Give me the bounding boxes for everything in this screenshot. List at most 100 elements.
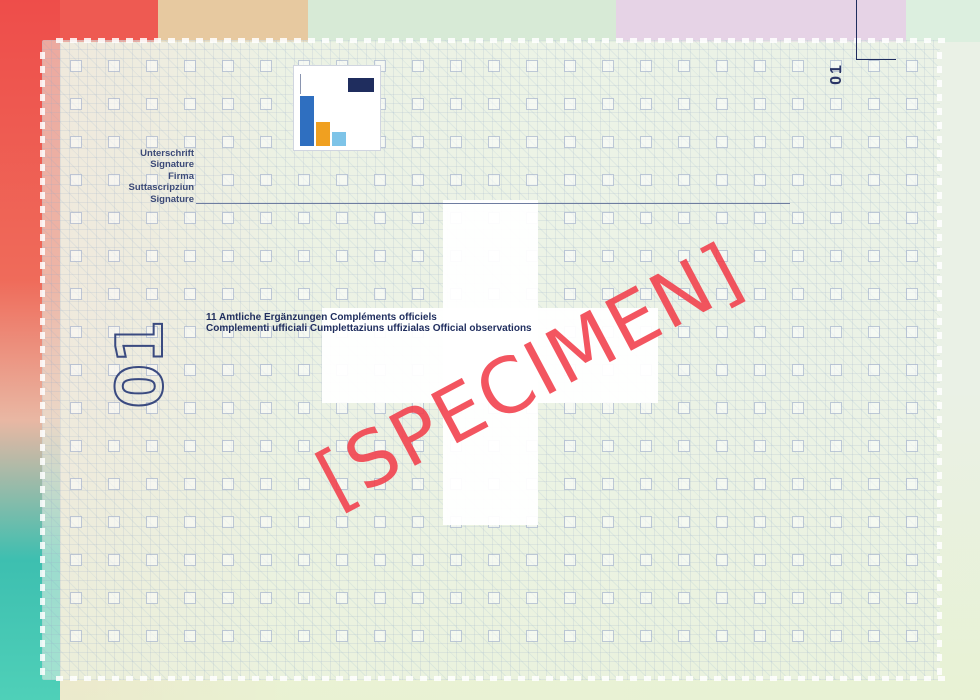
pattern-tile [488, 174, 500, 186]
perforation-notch [40, 332, 45, 339]
perforation-notch [252, 38, 259, 43]
pattern-tile [70, 402, 82, 414]
pattern-tile [260, 440, 272, 452]
perforation-notch [937, 332, 942, 339]
pattern-tile [70, 364, 82, 376]
perforation-notch [728, 38, 735, 43]
pattern-tile [754, 174, 766, 186]
perforation-notch [658, 38, 665, 43]
pattern-tile [602, 136, 614, 148]
pattern-tile [602, 250, 614, 262]
perforation-notch [308, 676, 315, 681]
perforation-notch [70, 676, 77, 681]
pattern-tile [906, 288, 918, 300]
perforation-notch [40, 178, 45, 185]
pattern-tile [640, 174, 652, 186]
pattern-tile [678, 60, 690, 72]
pattern-tile [716, 174, 728, 186]
pattern-tile [108, 630, 120, 642]
signature-label-en: Signature [150, 193, 194, 205]
pattern-tile [868, 98, 880, 110]
pattern-tile [70, 326, 82, 338]
pattern-tile [70, 60, 82, 72]
pattern-tile [640, 630, 652, 642]
pattern-tile [830, 212, 842, 224]
pattern-tile [412, 554, 424, 566]
pattern-tile [640, 136, 652, 148]
pattern-tile [564, 440, 576, 452]
pattern-tile [298, 630, 310, 642]
pattern-tile [146, 592, 158, 604]
pattern-tile [526, 554, 538, 566]
pattern-tile [412, 288, 424, 300]
perforation-notch [364, 38, 371, 43]
perforation-notch [378, 676, 385, 681]
pattern-tile [336, 174, 348, 186]
pattern-tile [374, 630, 386, 642]
pattern-tile [260, 630, 272, 642]
pattern-tile [184, 326, 196, 338]
pattern-tile [374, 174, 386, 186]
perforation-notch [56, 38, 63, 43]
perforation-notch [868, 38, 875, 43]
perforation-notch [406, 38, 413, 43]
perforation-notch [937, 248, 942, 255]
perforation-notch [937, 346, 942, 353]
pattern-tile [564, 98, 576, 110]
pattern-tile [70, 174, 82, 186]
perforation-notch [84, 38, 91, 43]
pattern-tile [754, 592, 766, 604]
pattern-tile [260, 288, 272, 300]
pattern-tile [602, 478, 614, 490]
pattern-tile [336, 212, 348, 224]
pattern-tile [754, 98, 766, 110]
pattern-tile [830, 364, 842, 376]
pattern-tile [792, 98, 804, 110]
pattern-tile [336, 288, 348, 300]
perforation-notch [937, 164, 942, 171]
perforation-notch [602, 676, 609, 681]
pattern-tile [336, 554, 348, 566]
perforation-notch [196, 676, 203, 681]
perforation-notch [937, 542, 942, 549]
pattern-tile [564, 60, 576, 72]
pattern-tile [678, 402, 690, 414]
perforation-notch [126, 676, 133, 681]
perforation-notch [546, 38, 553, 43]
perforation-notch [937, 150, 942, 157]
pattern-tile [906, 60, 918, 72]
pattern-tile [868, 326, 880, 338]
perforation-notch [798, 676, 805, 681]
perforation-notch [448, 676, 455, 681]
perforation-notch [40, 304, 45, 311]
pattern-tile [412, 592, 424, 604]
perforation-notch [40, 612, 45, 619]
perforation-notch [40, 668, 45, 675]
pattern-tile [184, 98, 196, 110]
perforation-notch [937, 66, 942, 73]
pattern-tile [108, 212, 120, 224]
pattern-tile [640, 212, 652, 224]
perforation-notch [937, 388, 942, 395]
pattern-tile [108, 478, 120, 490]
perforation-notch [168, 676, 175, 681]
pattern-tile [678, 440, 690, 452]
perforation-notch [937, 584, 942, 591]
top-stripe-green [308, 0, 616, 42]
perforation-notch [40, 458, 45, 465]
perforation-notch [350, 676, 357, 681]
corner-mark-vertical [856, 0, 857, 60]
perforation-notch [756, 676, 763, 681]
perforation-notch [322, 38, 329, 43]
pattern-tile [70, 136, 82, 148]
perforation-notch [616, 38, 623, 43]
perforation-notch [40, 472, 45, 479]
pattern-tile [754, 326, 766, 338]
perforation-notch [882, 38, 889, 43]
pattern-tile [260, 592, 272, 604]
pattern-tile [412, 630, 424, 642]
pattern-tile [108, 250, 120, 262]
perforation-notch [40, 66, 45, 73]
pattern-tile [868, 60, 880, 72]
perforation-notch [938, 38, 945, 43]
